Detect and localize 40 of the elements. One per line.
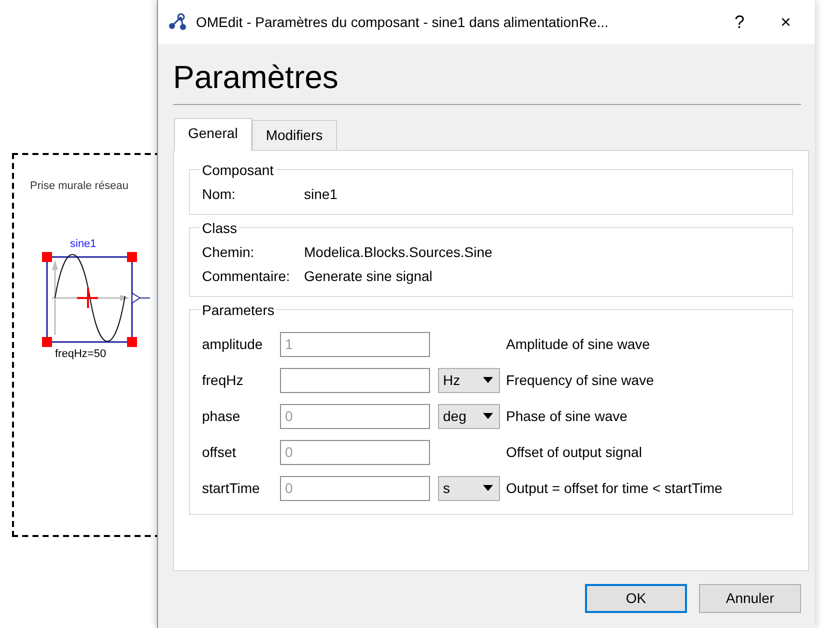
tab[interactable]: Modifiers: [252, 120, 337, 150]
unit-dropdown[interactable]: Hz: [438, 368, 500, 393]
parameter-name: amplitude: [202, 334, 264, 354]
parameter-name: startTime: [202, 478, 261, 498]
diagram-label: Prise murale réseau: [30, 179, 128, 194]
close-button[interactable]: ×: [766, 13, 805, 31]
input-field[interactable]: [280, 368, 430, 393]
caret-icon: [483, 485, 493, 492]
parameter-description: Offset of output signal: [506, 442, 642, 462]
ok-button[interactable]: OK: [585, 584, 687, 614]
field-value: sine1: [304, 185, 338, 204]
parameter-description: Phase of sine wave: [506, 406, 628, 426]
input-field[interactable]: 0: [280, 404, 430, 429]
input-field[interactable]: 0: [280, 440, 430, 465]
caret-icon: [483, 413, 493, 420]
parameter-description: Output = offset for time < startTime: [506, 478, 722, 498]
component-annotation: freqHz=50: [55, 347, 106, 362]
parameter-name: offset: [202, 442, 237, 462]
parameter-description: Frequency of sine wave: [506, 370, 654, 390]
parameter-name: phase: [202, 406, 242, 426]
field-label: Nom:: [202, 185, 236, 204]
component-name: sine1: [70, 237, 96, 252]
parameter-name: freqHz: [202, 370, 244, 390]
sine-block[interactable]: [40, 250, 150, 350]
window-title: OMEdit - Paramètres du composant - sine1 dans alimentationRe...: [196, 12, 610, 32]
unit-dropdown[interactable]: s: [438, 476, 500, 501]
field-value: Modelica.Blocks.Sources.Sine: [304, 243, 492, 262]
tab[interactable]: General: [174, 118, 252, 152]
unit-dropdown[interactable]: deg: [438, 404, 500, 429]
caret-icon: [483, 377, 493, 384]
input-field[interactable]: 0: [280, 476, 430, 501]
dialog-heading: Paramètres: [173, 58, 340, 96]
field-value: Generate sine signal: [304, 267, 432, 286]
app-icon: [168, 13, 188, 31]
cancel-button[interactable]: Annuler: [699, 584, 801, 614]
input-field[interactable]: 1: [280, 332, 430, 357]
field-label: Chemin:: [202, 243, 256, 262]
field-label: Commentaire:: [202, 267, 291, 286]
help-button[interactable]: ?: [720, 13, 758, 31]
parameter-description: Amplitude of sine wave: [506, 334, 650, 354]
